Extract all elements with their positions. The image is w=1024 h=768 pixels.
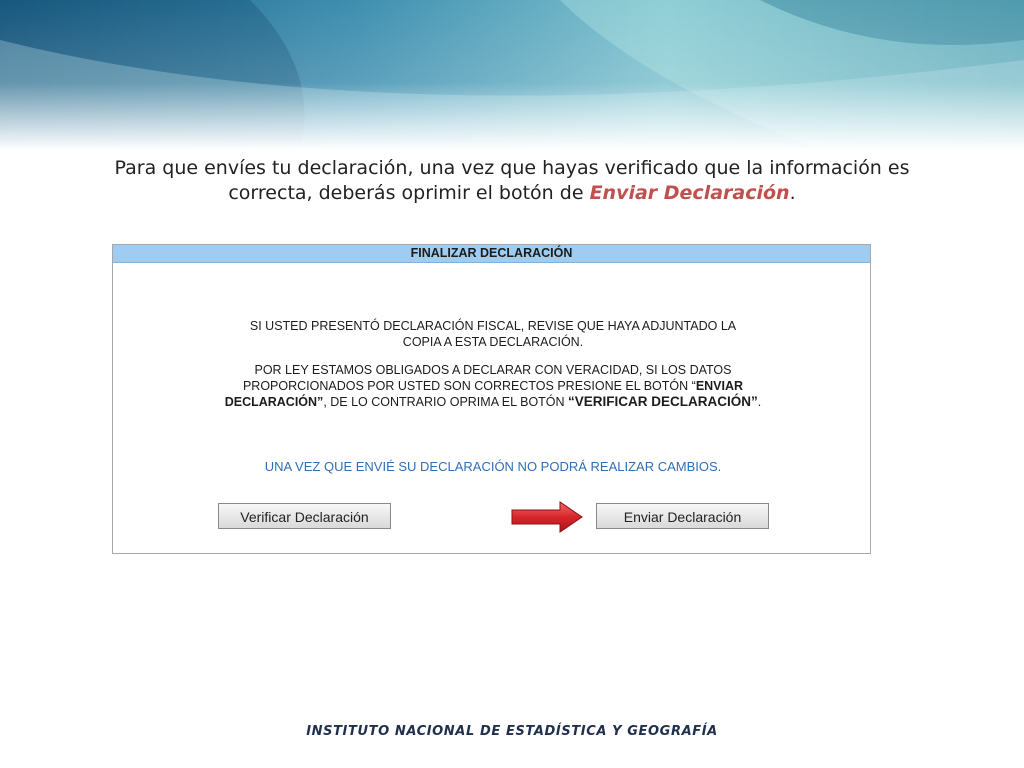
right-arrow-icon bbox=[511, 501, 583, 533]
fiscal-notice-line-2: COPIA A ESTA DECLARACIÓN. bbox=[402, 335, 584, 349]
veracity-text-3: . bbox=[757, 395, 762, 409]
veracity-text-1: POR LEY ESTAMOS OBLIGADOS A DECLARAR CON… bbox=[242, 363, 732, 393]
instructions-line-1: Para que envíes tu declaración, una vez … bbox=[114, 157, 910, 179]
no-changes-warning: UNA VEZ QUE ENVIÉ SU DECLARACIÓN NO PODR… bbox=[264, 459, 722, 474]
finalize-declaration-dialog: FINALIZAR DECLARACIÓN SI USTED PRESENTÓ … bbox=[112, 244, 871, 554]
fiscal-notice-line-1: SI USTED PRESENTÓ DECLARACIÓN FISCAL, RE… bbox=[249, 319, 737, 333]
institution-footer: INSTITUTO NACIONAL DE ESTADÍSTICA Y GEOG… bbox=[306, 724, 718, 739]
instructions-emphasis: Enviar Declaración bbox=[589, 182, 790, 204]
dialog-title: FINALIZAR DECLARACIÓN bbox=[113, 245, 870, 263]
verify-declaration-button[interactable]: Verificar Declaración bbox=[218, 503, 391, 529]
veracity-notice: POR LEY ESTAMOS OBLIGADOS A DECLARAR CON… bbox=[213, 362, 773, 410]
veracity-verify-label: “VERIFICAR DECLARACIÓN” bbox=[568, 394, 758, 409]
instructions-text: Para que envíes tu declaración, una vez … bbox=[60, 156, 964, 206]
header-banner bbox=[0, 0, 1024, 150]
instructions-line-2-suffix: . bbox=[789, 182, 796, 204]
instructions-line-2-prefix: correcta, deberás oprimir el botón de bbox=[228, 182, 590, 204]
veracity-text-2: , DE LO CONTRARIO OPRIMA EL BOTÓN bbox=[323, 395, 569, 409]
send-declaration-button[interactable]: Enviar Declaración bbox=[596, 503, 769, 529]
fiscal-declaration-notice: SI USTED PRESENTÓ DECLARACIÓN FISCAL, RE… bbox=[213, 318, 773, 350]
instructions-line-2: correcta, deberás oprimir el botón de En… bbox=[60, 181, 964, 206]
